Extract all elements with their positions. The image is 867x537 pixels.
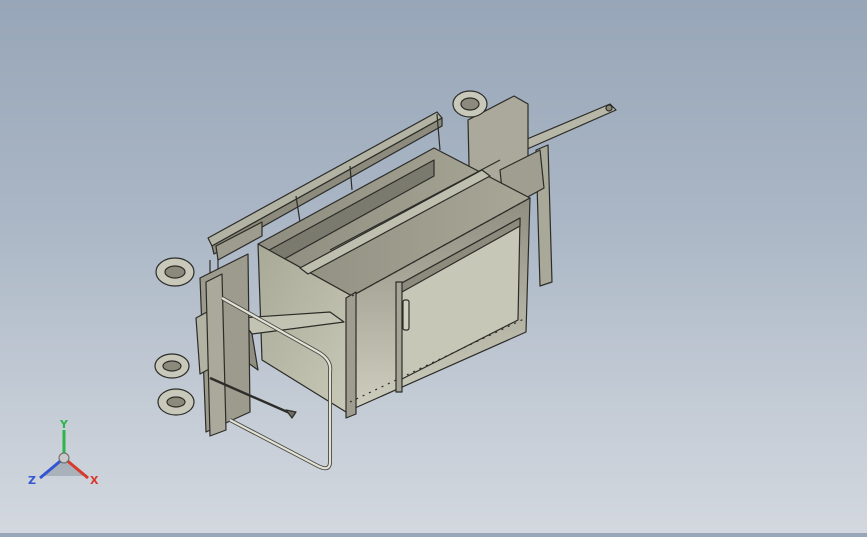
cart-assembly-model[interactable]	[0, 0, 867, 533]
caster-wheel-front-lower	[157, 388, 195, 416]
y-axis-label: Y	[59, 418, 69, 431]
caster-wheel-rear	[452, 90, 488, 118]
z-axis-label: Z	[28, 474, 36, 487]
model-viewport[interactable]: Y X Z	[0, 0, 867, 533]
caster-wheel-front-upper	[155, 257, 195, 287]
x-axis-label: X	[90, 474, 99, 487]
triad-origin	[58, 452, 70, 464]
orientation-triad: Y X Z	[28, 418, 99, 487]
caster-wheel-front-middle	[154, 353, 190, 379]
tow-bar	[519, 103, 617, 287]
front-end-plate	[195, 253, 251, 437]
